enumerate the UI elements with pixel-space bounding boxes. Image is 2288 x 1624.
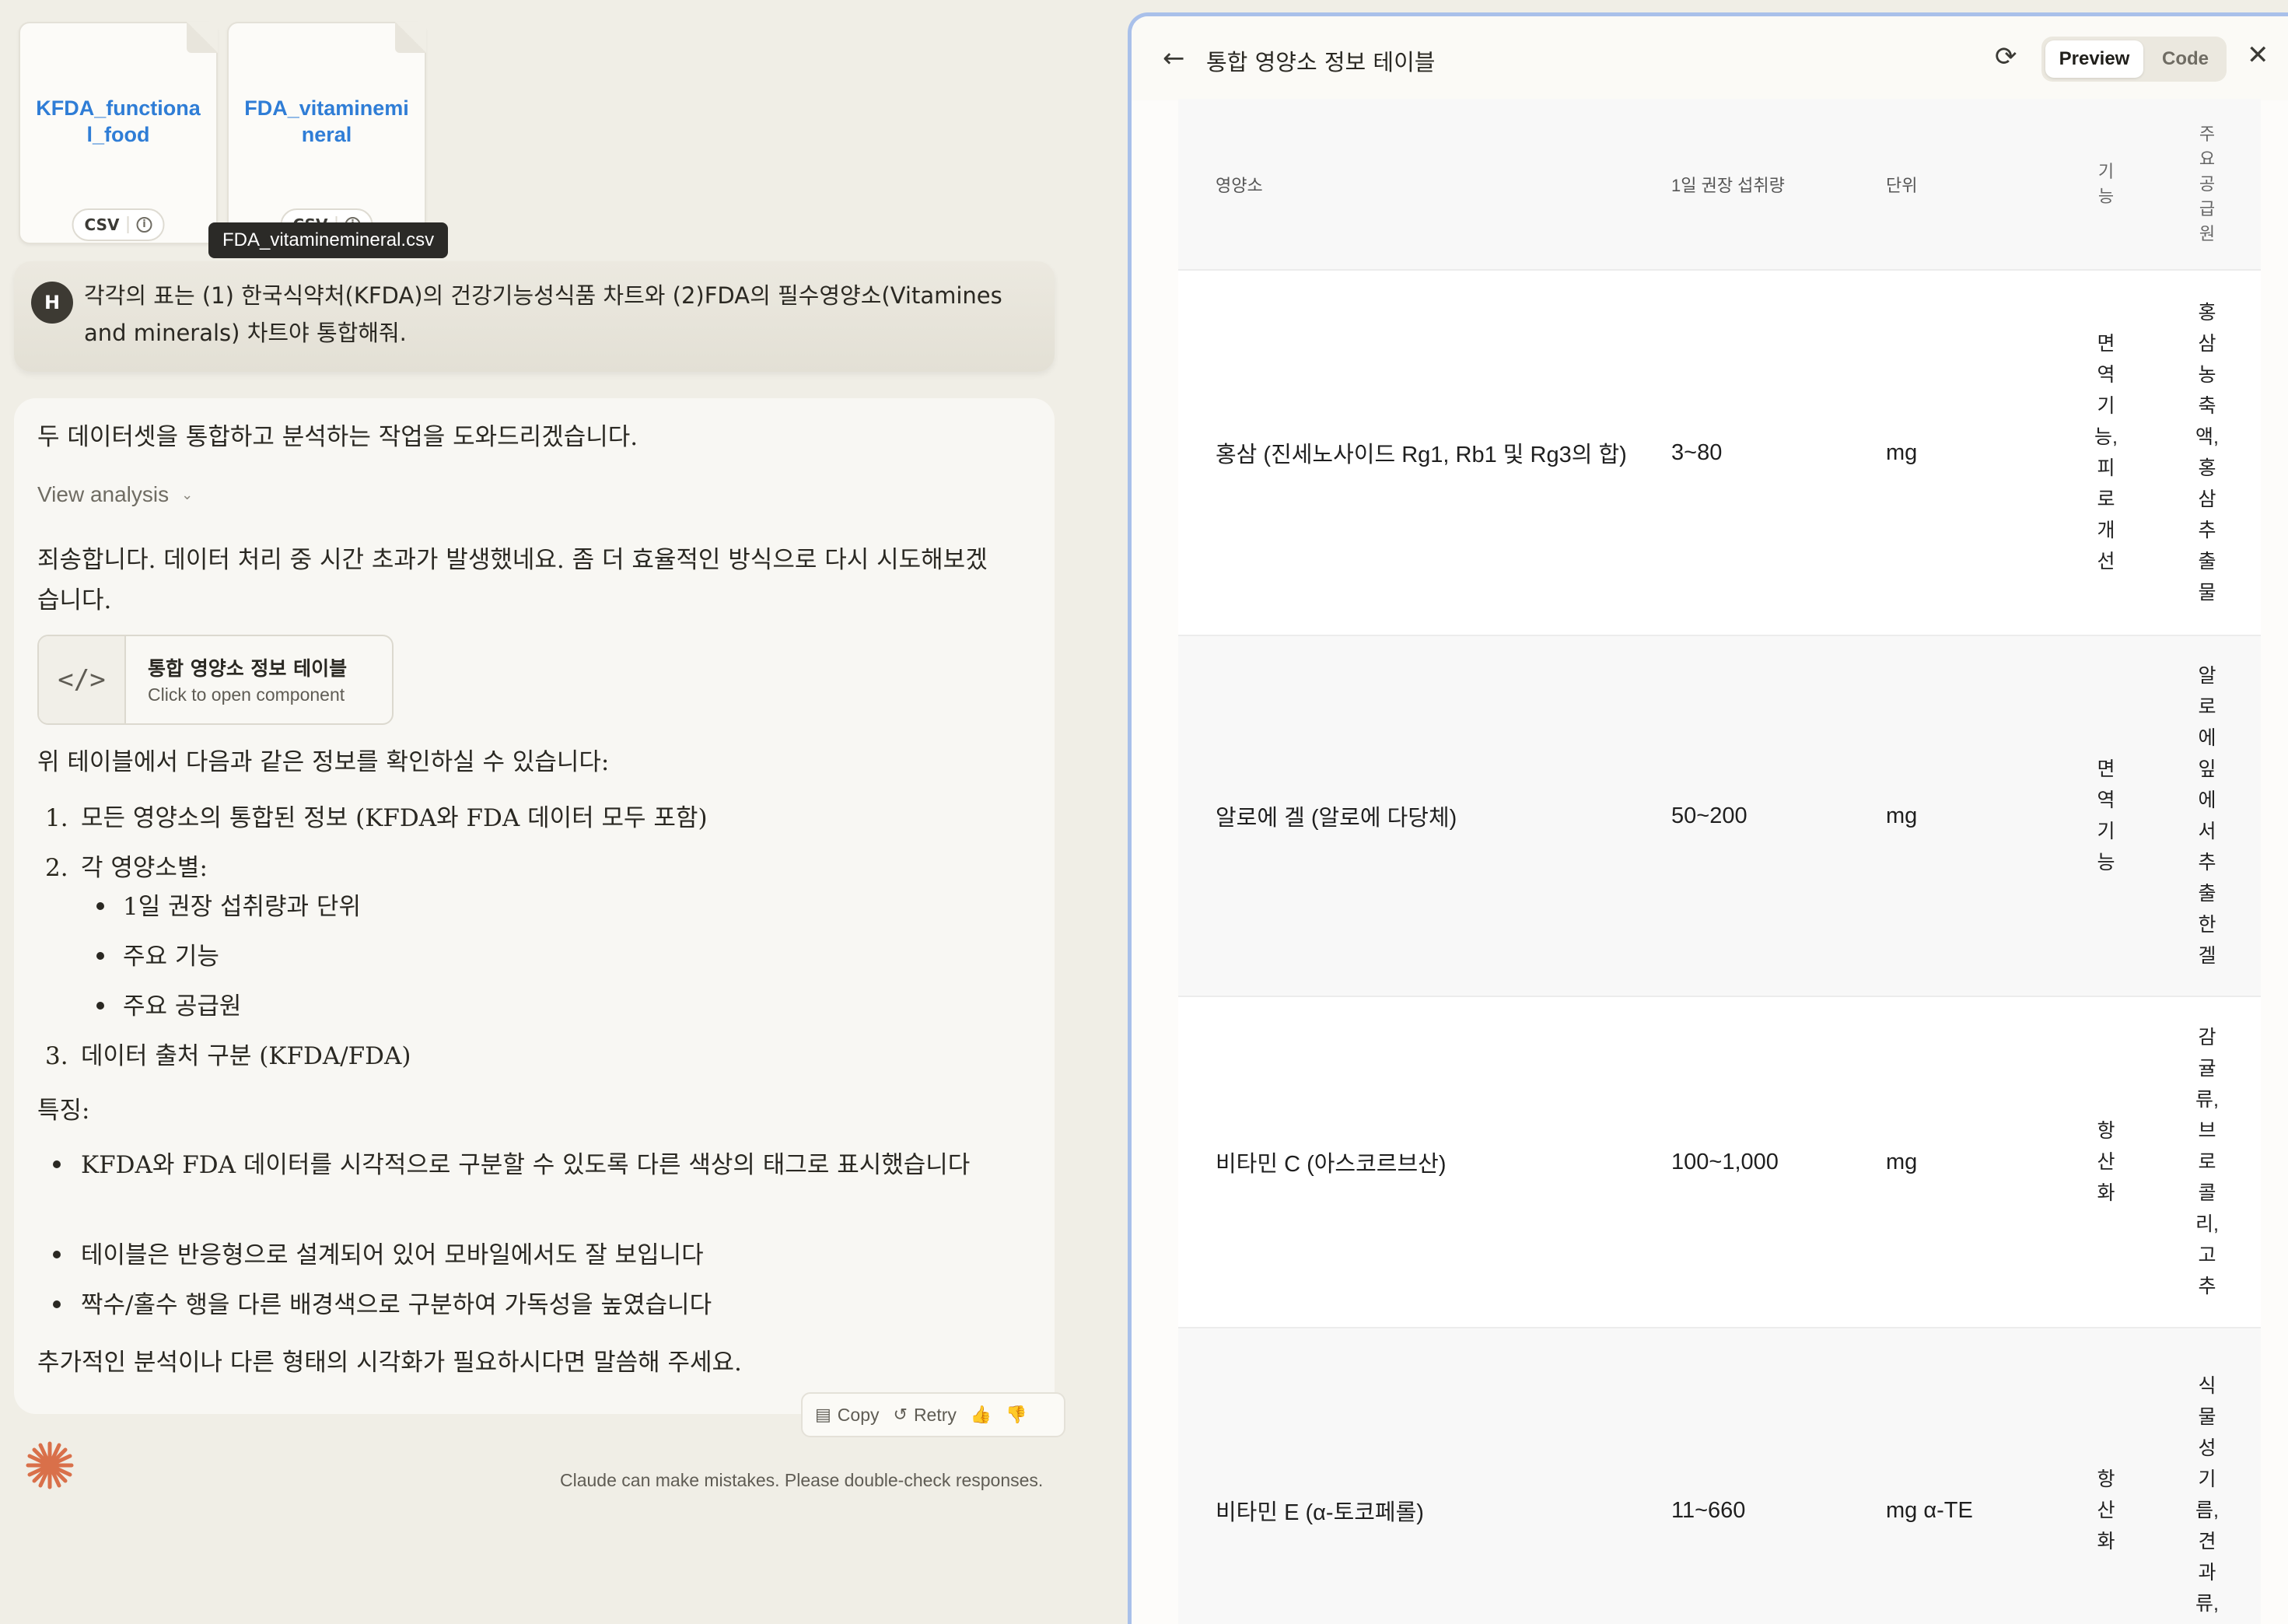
function-cell: 면역기능,피로개선	[2094, 333, 2118, 572]
file-fold	[187, 22, 218, 53]
unit: mg	[1886, 803, 1918, 828]
list-item: 각 영양소별:	[81, 854, 208, 882]
nutrient-table-container[interactable]: 영양소 1일 권장 섭취량 단위 기능 주요 공급원 홍삼 (진세노사이드 Rg…	[1178, 99, 2261, 1624]
artifact-title: 통합 영양소 정보 테이블	[148, 657, 348, 680]
message-actions: ▤ Copy ↺ Retry 👍 👎	[801, 1392, 1065, 1437]
clipboard-icon: ▤	[815, 1405, 831, 1424]
feature-item: KFDA와 FDA 데이터를 시각적으로 구분할 수 있도록 다른 색상의 태그…	[81, 1151, 971, 1179]
view-analysis-toggle[interactable]: View analysis ⌄	[37, 482, 193, 507]
copy-label: Copy	[837, 1404, 880, 1425]
table-row: 홍삼 (진세노사이드 Rg1, Rb1 및 Rg3의 합) 3~80 mg 면역…	[1178, 270, 2261, 635]
unit: mg α-TE	[1886, 1497, 1973, 1523]
copy-button[interactable]: ▤ Copy	[815, 1405, 880, 1426]
daily-intake: 100~1,000	[1671, 1149, 1779, 1174]
daily-intake: 11~660	[1671, 1497, 1746, 1523]
table-row: 비타민 E (α-토코페롤) 11~660 mg α-TE 항산화 식물성기름,…	[1178, 1328, 2261, 1624]
table-header-row: 영양소 1일 권장 섭취량 단위 기능 주요 공급원	[1178, 99, 2261, 270]
artifact-subtitle: Click to open component	[148, 684, 345, 705]
unit: mg	[1886, 1149, 1918, 1174]
function-cell: 면역기능	[2097, 758, 2115, 873]
artifact-panel: ← 통합 영양소 정보 테이블 ⟳ Preview Code ✕ 영양소 1일 …	[1128, 12, 2288, 1624]
nutrient-table: 영양소 1일 권장 섭취량 단위 기능 주요 공급원 홍삼 (진세노사이드 Rg…	[1178, 99, 2261, 1624]
function-cell: 항산화	[2097, 1468, 2115, 1552]
source-cell: 식물성기름,견과류,씨	[2195, 1375, 2219, 1615]
back-arrow-icon[interactable]: ←	[1163, 43, 1185, 74]
view-toggle: Preview Code	[2041, 37, 2227, 82]
bullet-icon	[53, 1160, 61, 1168]
avatar: H	[31, 282, 73, 324]
close-icon[interactable]: ✕	[2247, 40, 2269, 71]
function-cell: 항산화	[2097, 1120, 2115, 1204]
thumbs-down-icon[interactable]: 👎	[1006, 1405, 1027, 1425]
source-cell: 알로에잎에서추출한겔	[2198, 665, 2216, 967]
unit: mg	[1886, 439, 1918, 465]
list-item: 모든 영양소의 통합된 정보 (KFDA와 FDA 데이터 모두 포함)	[81, 804, 708, 832]
table-row: 비타민 C (아스코르브산) 100~1,000 mg 항산화 감귤류,브로콜리…	[1178, 996, 2261, 1328]
apology-text: 죄송합니다. 데이터 처리 중 시간 초과가 발생했네요. 좀 더 효율적인 방…	[37, 546, 988, 614]
view-analysis-label: View analysis	[37, 482, 170, 506]
nutrient-name: 알로에 겔 (알로에 다당체)	[1216, 806, 1457, 831]
user-message-text: 각각의 표는 (1) 한국식약처(KFDA)의 건강기능성식품 차트와 (2)F…	[84, 282, 1002, 346]
nutrient-name: 홍삼 (진세노사이드 Rg1, Rb1 및 Rg3의 합)	[1216, 443, 1627, 467]
refresh-icon[interactable]: ⟳	[1995, 41, 2017, 72]
column-header: 기능	[2097, 161, 2115, 206]
nutrient-name: 비타민 C (아스코르브산)	[1216, 1152, 1447, 1177]
sub-list-item: 주요 기능	[123, 943, 219, 971]
file-name: FDA_vitaminemineral	[244, 96, 409, 146]
list-number: 3.	[45, 1042, 68, 1070]
sub-list-item: 주요 공급원	[123, 992, 242, 1020]
thumbs-up-icon[interactable]: 👍	[971, 1405, 992, 1425]
info-icon[interactable]: i	[136, 217, 152, 233]
retry-label: Retry	[913, 1404, 957, 1425]
closing-text: 추가적인 분석이나 다른 형태의 시각화가 필요하시다면 말씀해 주세요.	[37, 1349, 742, 1377]
list-item: 데이터 출처 구분 (KFDA/FDA)	[81, 1042, 411, 1070]
source-cell: 홍삼농축액,홍삼추출물	[2195, 302, 2219, 604]
retry-button[interactable]: ↺ Retry	[894, 1405, 957, 1426]
panel-title: 통합 영양소 정보 테이블	[1206, 49, 1436, 75]
column-header: 영양소	[1216, 175, 1263, 195]
user-message: H 각각의 표는 (1) 한국식약처(KFDA)의 건강기능성식품 차트와 (2…	[14, 261, 1055, 372]
disclaimer: Claude can make mistakes. Please double-…	[560, 1470, 1044, 1490]
claude-logo-icon	[26, 1441, 74, 1489]
intro-text: 두 데이터셋을 통합하고 분석하는 작업을 도와드리겠습니다.	[37, 423, 638, 451]
retry-icon: ↺	[893, 1405, 908, 1424]
file-type-badge: csv i	[72, 208, 165, 241]
file-card-fda[interactable]: FDA_vitaminemineral csv i	[227, 22, 426, 244]
source-cell: 감귤류,브로콜리,고추	[2195, 1027, 2219, 1297]
divider	[127, 216, 129, 233]
code-icon: </>	[39, 636, 126, 723]
bullet-icon	[53, 1251, 61, 1258]
table-row: 알로에 겔 (알로에 다당체) 50~200 mg 면역기능 알로에잎에서추출한…	[1178, 635, 2261, 996]
panel-header: ← 통합 영양소 정보 테이블 ⟳ Preview Code ✕	[1132, 16, 2288, 100]
sub-list-item: 1일 권장 섭취량과 단위	[123, 893, 361, 921]
file-type-label: csv	[84, 215, 120, 234]
feature-item: 짝수/홀수 행을 다른 배경색으로 구분하여 가독성을 높였습니다	[81, 1291, 712, 1319]
assistant-message: 두 데이터셋을 통합하고 분석하는 작업을 도와드리겠습니다. View ana…	[14, 398, 1055, 1414]
nutrient-name: 비타민 E (α-토코페롤)	[1216, 1500, 1424, 1525]
file-card-kfda[interactable]: KFDA_functional_food csv i	[19, 22, 218, 244]
file-tooltip: FDA_vitaminemineral.csv	[208, 222, 449, 258]
column-header: 단위	[1886, 175, 1918, 195]
column-header: 주요 공급원	[2199, 124, 2216, 243]
bullet-icon	[53, 1300, 61, 1308]
artifact-card[interactable]: </> 통합 영양소 정보 테이블 Click to open componen…	[37, 635, 394, 725]
chevron-down-icon: ⌄	[181, 486, 194, 502]
list-number: 2.	[45, 854, 68, 882]
feature-item: 테이블은 반응형으로 설계되어 있어 모바일에서도 잘 보입니다	[81, 1241, 704, 1269]
preview-tab[interactable]: Preview	[2045, 40, 2143, 78]
bullet-icon	[96, 1002, 104, 1010]
code-tab[interactable]: Code	[2150, 40, 2220, 78]
features-label: 특징:	[37, 1097, 90, 1125]
chat-pane: KFDA_functional_food csv i FDA_vitaminem…	[0, 0, 1120, 1624]
file-fold	[395, 22, 426, 53]
file-name: KFDA_functional_food	[36, 96, 201, 146]
column-header: 1일 권장 섭취량	[1671, 175, 1785, 195]
lead-text: 위 테이블에서 다음과 같은 정보를 확인하실 수 있습니다:	[37, 748, 610, 776]
bullet-icon	[96, 902, 104, 910]
daily-intake: 50~200	[1671, 803, 1747, 828]
list-number: 1.	[45, 804, 68, 832]
bullet-icon	[96, 952, 104, 960]
daily-intake: 3~80	[1671, 439, 1723, 465]
